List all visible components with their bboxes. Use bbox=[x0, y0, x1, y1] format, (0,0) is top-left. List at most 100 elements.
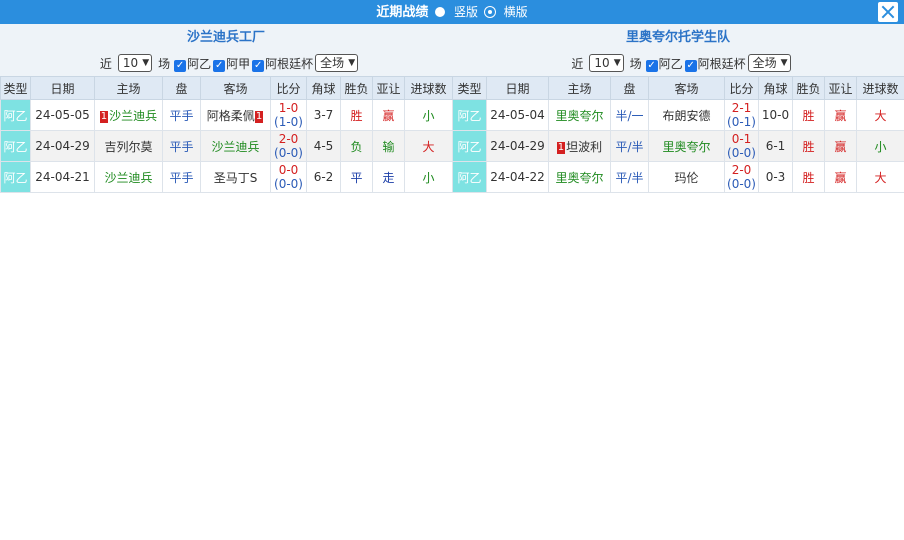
cell-away-team[interactable]: 圣马丁S bbox=[200, 161, 271, 193]
column-header: 亚让 bbox=[372, 76, 405, 100]
cell-date: 24-05-04 bbox=[486, 99, 549, 131]
score-halftime: (1-0) bbox=[274, 115, 303, 129]
close-icon[interactable] bbox=[878, 2, 898, 22]
cell-corners: 6-2 bbox=[306, 161, 341, 193]
left-panel: 沙兰迪兵工厂 近 10 ▼ 场 ✓ 阿乙 ✓ 阿甲 ✓ 阿根廷杯 全场 ▼ 类型 日期 主场盘客场… bbox=[0, 24, 453, 193]
cell-date: 24-04-21 bbox=[30, 161, 95, 193]
filter-bar: 近 10 ▼ 场 ✓ 阿乙 ✓ 阿甲 ✓ 阿根廷杯 全场 ▼ bbox=[0, 52, 452, 76]
cell-score: 0-0 (0-0) bbox=[270, 161, 307, 193]
cell-corners: 4-5 bbox=[306, 130, 341, 162]
team-name-text: 阿格柔佩 bbox=[206, 108, 255, 123]
cell-goals: 大 bbox=[856, 161, 904, 193]
checkbox-label[interactable]: 阿乙 bbox=[187, 57, 211, 71]
checkbox-1[interactable]: ✓ bbox=[684, 59, 697, 72]
cell-corners: 3-7 bbox=[306, 99, 341, 131]
cell-handicap-line: 平/半 bbox=[610, 161, 649, 193]
cell-home-team[interactable]: 1 坦波利 bbox=[548, 130, 611, 162]
team-name-text: 坦波利 bbox=[566, 139, 603, 154]
checkbox-2[interactable]: ✓ bbox=[252, 59, 265, 72]
cell-score: 2-0 (0-0) bbox=[724, 161, 759, 193]
column-header: 类型 bbox=[452, 76, 487, 100]
cell-type: 阿乙 bbox=[0, 161, 31, 193]
cell-away-team[interactable]: 里奥夸尔 bbox=[648, 130, 725, 162]
cell-type: 阿乙 bbox=[0, 99, 31, 131]
cell-away-team[interactable]: 玛伦 bbox=[648, 161, 725, 193]
near-label: 近 bbox=[571, 56, 584, 71]
cell-home-team[interactable]: 沙兰迪兵 bbox=[94, 161, 163, 193]
cell-result: 平 bbox=[340, 161, 373, 193]
count-select[interactable]: 10 ▼ bbox=[589, 54, 624, 72]
cell-handicap-line: 平/半 bbox=[610, 130, 649, 162]
cell-type: 阿乙 bbox=[452, 130, 487, 162]
checkbox-label[interactable]: 阿根廷杯 bbox=[265, 57, 313, 71]
chevron-down-icon: ▼ bbox=[142, 58, 150, 68]
chevron-down-icon: ▼ bbox=[348, 58, 356, 68]
cell-away-team[interactable]: 沙兰迪兵 bbox=[200, 130, 271, 162]
chevron-down-icon: ▼ bbox=[780, 58, 788, 68]
count-value: 10 bbox=[594, 56, 610, 70]
table-row: 阿乙 24-04-22 里奥夸尔 平/半 玛伦 2-0 (0-0) 0-3 胜赢大 bbox=[452, 161, 904, 193]
cell-goals: 小 bbox=[404, 99, 453, 131]
team-name-text: 里奥夸尔 bbox=[555, 170, 604, 185]
cell-home-team[interactable]: 里奥夸尔 bbox=[548, 161, 611, 193]
cell-asian-handicap: 赢 bbox=[824, 161, 857, 193]
column-header: 主场 bbox=[548, 76, 611, 100]
cell-date: 24-05-05 bbox=[30, 99, 95, 131]
cell-handicap-line: 平手 bbox=[162, 99, 201, 131]
score-fulltime: 2-0 bbox=[731, 163, 752, 177]
match-table: 类型 日期 主场盘客场 比分 角球 胜负 亚让 进球数 阿乙 24-05-05 1 沙兰迪兵 平手 阿格… bbox=[0, 76, 453, 193]
count-select[interactable]: 10 ▼ bbox=[117, 54, 153, 72]
cell-type: 阿乙 bbox=[452, 99, 487, 131]
option-horizontal-label[interactable]: 横版 bbox=[504, 5, 528, 19]
score-halftime: (0-0) bbox=[727, 177, 756, 191]
column-header: 进球数 bbox=[856, 76, 904, 100]
cell-score: 2-1 (0-1) bbox=[724, 99, 759, 131]
cell-away-team[interactable]: 布朗安德 bbox=[648, 99, 725, 131]
score-halftime: (0-1) bbox=[727, 115, 756, 129]
option-vertical-label[interactable]: 竖版 bbox=[454, 5, 478, 19]
cell-score: 0-1 (0-0) bbox=[724, 130, 759, 162]
radio-horizontal[interactable] bbox=[484, 7, 495, 17]
column-header: 日期 bbox=[30, 76, 95, 100]
scope-select[interactable]: 全场 ▼ bbox=[315, 54, 359, 72]
score-fulltime: 2-0 bbox=[278, 132, 299, 146]
cell-home-team[interactable]: 里奥夸尔 bbox=[548, 99, 611, 131]
cell-corners: 0-3 bbox=[758, 161, 793, 193]
team-name-text: 里奥夸尔 bbox=[555, 108, 604, 123]
rank-badge: 1 bbox=[99, 110, 109, 123]
cell-home-team[interactable]: 1 沙兰迪兵 bbox=[94, 99, 163, 131]
cell-away-team[interactable]: 阿格柔佩1 bbox=[200, 99, 271, 131]
cell-home-team[interactable]: 吉列尔莫 bbox=[94, 130, 163, 162]
column-header: 亚让 bbox=[824, 76, 857, 100]
checkbox-0[interactable]: ✓ bbox=[645, 59, 658, 72]
cell-date: 24-04-29 bbox=[486, 130, 549, 162]
cell-goals: 大 bbox=[856, 99, 904, 131]
score-fulltime: 1-0 bbox=[278, 101, 299, 115]
radio-vertical[interactable] bbox=[435, 7, 446, 17]
team-name-text: 沙兰迪兵 bbox=[109, 108, 158, 123]
cell-goals: 小 bbox=[856, 130, 904, 162]
column-header: 客场 bbox=[648, 76, 725, 100]
cell-asian-handicap: 赢 bbox=[824, 99, 857, 131]
cell-handicap-line: 平手 bbox=[162, 161, 201, 193]
check-group: ✓ 阿乙 ✓ 阿甲 ✓ 阿根廷杯 bbox=[172, 55, 313, 72]
checkbox-label[interactable]: 阿甲 bbox=[226, 57, 250, 71]
checkbox-0[interactable]: ✓ bbox=[174, 59, 187, 72]
cell-result: 负 bbox=[340, 130, 373, 162]
scope-select[interactable]: 全场 ▼ bbox=[747, 54, 791, 72]
cell-result: 胜 bbox=[340, 99, 373, 131]
checkbox-label[interactable]: 阿乙 bbox=[659, 57, 683, 71]
team-name: 里奥夸尔托学生队 bbox=[452, 24, 904, 52]
cell-corners: 10-0 bbox=[758, 99, 793, 131]
section-title: 近期战绩 bbox=[376, 5, 429, 20]
cell-type: 阿乙 bbox=[0, 130, 31, 162]
table-row: 阿乙 24-04-21 沙兰迪兵 平手 圣马丁S 0-0 (0-0) 6-2 平走小 bbox=[0, 161, 453, 193]
cell-goals: 大 bbox=[404, 130, 453, 162]
team-name-text: 圣马丁S bbox=[213, 170, 258, 185]
team-name-text: 吉列尔莫 bbox=[104, 139, 153, 154]
match-table: 类型 日期 主场盘客场 比分 角球 胜负 亚让 进球数 阿乙 24-05-04 里奥夸尔 半/一 布朗… bbox=[452, 76, 904, 193]
column-header: 主场 bbox=[94, 76, 163, 100]
checkbox-1[interactable]: ✓ bbox=[213, 59, 226, 72]
checkbox-label[interactable]: 阿根廷杯 bbox=[698, 57, 746, 71]
table-row: 阿乙 24-05-04 里奥夸尔 半/一 布朗安德 2-1 (0-1) 10-0 胜赢大 bbox=[452, 99, 904, 131]
